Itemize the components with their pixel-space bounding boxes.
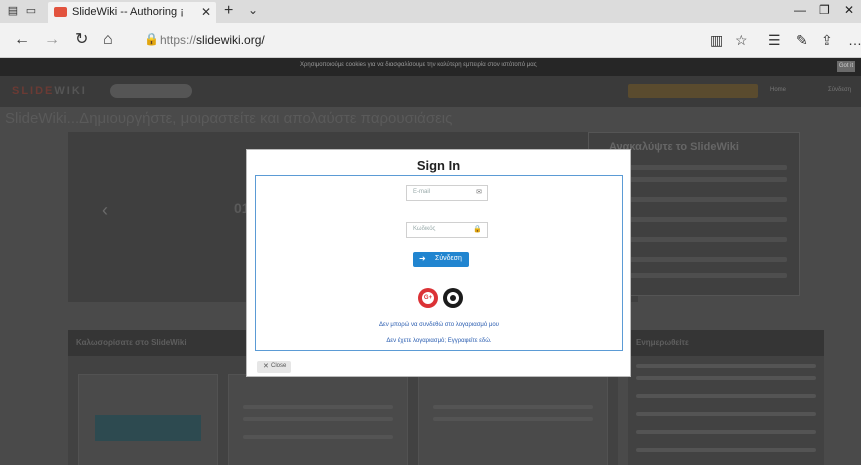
- text-line: [636, 364, 816, 368]
- browser-tab[interactable]: SlideWiki -- Authoring ¡ ✕: [48, 2, 216, 23]
- google-plus-icon: G+: [422, 292, 434, 304]
- close-tab-icon[interactable]: ✕: [201, 5, 211, 19]
- cookie-notice: Χρησιμοποιούμε cookies για να διασφαλίσο…: [300, 62, 537, 68]
- text-line: [636, 448, 816, 452]
- login-button[interactable]: ➜ Σύνδεση: [413, 252, 469, 267]
- forward-icon[interactable]: →: [44, 31, 60, 49]
- home-icon[interactable]: ⌂: [103, 31, 113, 49]
- password-placeholder: Κωδικός: [413, 226, 436, 232]
- envelope-icon: ✉: [476, 189, 482, 196]
- tab-actions-icon[interactable]: ▤: [6, 4, 20, 18]
- maximize-icon[interactable]: ❐: [819, 3, 830, 17]
- close-button[interactable]: ✕ Close: [257, 361, 291, 373]
- cookie-bar: Χρησιμοποιούμε cookies για να διασφαλίσο…: [0, 58, 861, 76]
- discover-item: [627, 177, 787, 182]
- discover-item: [627, 273, 787, 278]
- close-window-icon[interactable]: ✕: [844, 3, 854, 17]
- text-line: [636, 430, 816, 434]
- github-login-button[interactable]: [443, 288, 463, 308]
- sign-in-form: E-mail ✉ Κωδικός 🔒 ➜ Σύνδεση G+ Δεν μπορ…: [255, 175, 623, 351]
- discover-item: [627, 197, 787, 202]
- reading-view-icon[interactable]: ▥: [710, 32, 723, 48]
- new-tab-icon[interactable]: +: [224, 2, 233, 20]
- feature-card: [228, 374, 408, 465]
- modal-title: Sign In: [416, 158, 461, 173]
- feature-card: [418, 374, 608, 465]
- text-line: [243, 435, 393, 439]
- text-line: [433, 417, 593, 421]
- url-field[interactable]: 🔒 https://slidewiki.org/: [134, 29, 659, 51]
- text-line: [636, 394, 816, 398]
- discover-item: [627, 257, 787, 262]
- signup-link[interactable]: Δεν έχετε λογαριασμό; Εγγραφείτε εδώ.: [256, 338, 622, 344]
- share-icon[interactable]: ⇪: [821, 32, 833, 48]
- google-login-button[interactable]: G+: [418, 288, 438, 308]
- url-text: https://slidewiki.org/: [160, 33, 265, 47]
- password-field[interactable]: Κωδικός 🔒: [406, 222, 488, 238]
- address-toolbar: ← → ↻ ⌂ 🔒 https://slidewiki.org/ ▥ ☆ ☰ ✎…: [0, 23, 861, 58]
- text-line: [243, 417, 393, 421]
- lock-icon: 🔒: [473, 226, 482, 233]
- sign-in-modal: Sign In E-mail ✉ Κωδικός 🔒 ➜ Σύνδεση G+ …: [246, 149, 631, 377]
- github-icon: [447, 292, 459, 304]
- email-field[interactable]: E-mail ✉: [406, 185, 488, 201]
- back-icon[interactable]: ←: [14, 31, 30, 49]
- cookie-accept-button[interactable]: Got it: [837, 61, 855, 72]
- refresh-icon[interactable]: ↻: [75, 31, 88, 49]
- nav-signin-link[interactable]: Σύνδεση: [828, 87, 851, 93]
- welcome-card: [78, 374, 218, 465]
- close-icon: ✕: [263, 363, 269, 370]
- text-line: [433, 405, 593, 409]
- text-line: [636, 412, 816, 416]
- minimize-icon[interactable]: —: [794, 3, 806, 17]
- favorite-star-icon[interactable]: ☆: [735, 32, 748, 48]
- carousel-prev-icon[interactable]: ‹: [102, 200, 108, 221]
- close-label: Close: [271, 363, 287, 369]
- welcome-header: Καλωσορίσατε στο SlideWiki: [76, 338, 187, 347]
- slidewiki-logo[interactable]: SLIDEWIKI: [12, 85, 87, 97]
- slidewiki-favicon-icon: [54, 7, 67, 17]
- create-deck-button[interactable]: [95, 415, 201, 441]
- login-label: Σύνδεση: [435, 255, 462, 262]
- browser-tab-bar: ▤ ▭ SlideWiki -- Authoring ¡ ✕ + ⌄ — ❐ ✕: [0, 0, 861, 23]
- page-heading: SlideWiki...Δημιουργήστε, μοιραστείτε κα…: [5, 110, 453, 127]
- news-header: Ενημερωθείτε: [636, 338, 689, 347]
- email-placeholder: E-mail: [413, 189, 431, 195]
- add-deck-button[interactable]: [628, 84, 758, 98]
- sign-in-icon: ➜: [419, 254, 426, 263]
- forgot-account-link[interactable]: Δεν μπορώ να συνδεθώ στο λογαριασμό μου: [256, 322, 622, 328]
- chevron-down-icon[interactable]: ⌄: [248, 3, 258, 17]
- lock-icon: 🔒: [144, 32, 159, 46]
- discover-item: [627, 237, 787, 242]
- discover-item: [627, 217, 787, 222]
- favorites-hub-icon[interactable]: ☰: [768, 32, 781, 48]
- site-search-input[interactable]: [110, 84, 192, 98]
- nav-home-link[interactable]: Home: [770, 87, 786, 93]
- text-line: [636, 376, 816, 380]
- discover-item: [627, 165, 787, 170]
- tab-preview-icon[interactable]: ▭: [24, 4, 38, 18]
- news-section: Ενημερωθείτε: [628, 330, 824, 465]
- site-navbar: SLIDEWIKI Home Σύνδεση: [0, 76, 861, 107]
- more-icon[interactable]: …: [848, 32, 861, 48]
- tab-title: SlideWiki -- Authoring ¡: [72, 6, 184, 18]
- text-line: [243, 405, 393, 409]
- pen-note-icon[interactable]: ✎: [796, 32, 808, 48]
